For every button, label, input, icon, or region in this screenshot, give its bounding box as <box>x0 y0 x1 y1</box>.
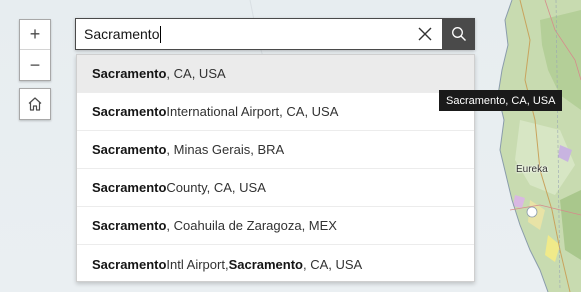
search-suggestions-list: Sacramento, CA, USA Sacramento Internati… <box>76 54 475 282</box>
suggestion-item[interactable]: Sacramento County, CA, USA <box>77 169 474 207</box>
suggestion-item[interactable]: Sacramento, Minas Gerais, BRA <box>77 131 474 169</box>
clear-search-button[interactable] <box>414 23 436 45</box>
suggestion-tooltip: Sacramento, CA, USA <box>439 90 563 111</box>
suggestion-match-text: Sacramento <box>228 256 303 272</box>
suggestion-match-text: Sacramento <box>92 104 167 119</box>
suggestion-text: County, CA, USA <box>166 180 266 195</box>
suggestion-match-text: Sacramento <box>92 180 167 195</box>
search-widget: Sacramento <box>75 18 475 50</box>
text-caret <box>160 25 162 43</box>
search-input-value: Sacramento <box>84 26 160 42</box>
zoom-in-button[interactable]: + <box>20 20 50 50</box>
suggestion-text: , CA, USA <box>166 66 226 81</box>
close-icon <box>418 27 432 41</box>
suggestion-text: Intl Airport, <box>166 256 229 272</box>
home-button[interactable] <box>19 88 51 120</box>
suggestion-item[interactable]: Sacramento, CA, USA <box>77 55 474 93</box>
suggestion-text: , Minas Gerais, BRA <box>166 142 285 157</box>
map-place-label: Eureka <box>516 164 548 175</box>
home-icon <box>28 97 42 111</box>
suggestion-item[interactable]: Sacramento International Airport, CA, US… <box>77 93 474 131</box>
suggestion-item[interactable]: Sacramento, Coahuila de Zaragoza, MEX <box>77 207 474 245</box>
suggestion-text: , CA, USA <box>302 256 363 272</box>
suggestion-item[interactable]: Sacramento Intl Airport, Sacramento, CA,… <box>77 245 474 283</box>
suggestion-text: International Airport, CA, USA <box>166 104 339 119</box>
zoom-out-button[interactable]: − <box>20 50 50 80</box>
search-input[interactable]: Sacramento <box>75 18 443 50</box>
minus-icon: − <box>29 54 41 75</box>
suggestion-match-text: Sacramento <box>92 218 167 233</box>
suggestion-match-text: Sacramento <box>92 256 167 272</box>
zoom-control: + − <box>19 19 51 81</box>
search-icon <box>452 27 466 41</box>
plus-icon: + <box>29 24 41 44</box>
suggestion-text: , Coahuila de Zaragoza, MEX <box>166 218 337 233</box>
suggestion-match-text: Sacramento <box>92 66 167 81</box>
suggestion-match-text: Sacramento <box>92 142 167 157</box>
search-button[interactable] <box>443 18 475 50</box>
